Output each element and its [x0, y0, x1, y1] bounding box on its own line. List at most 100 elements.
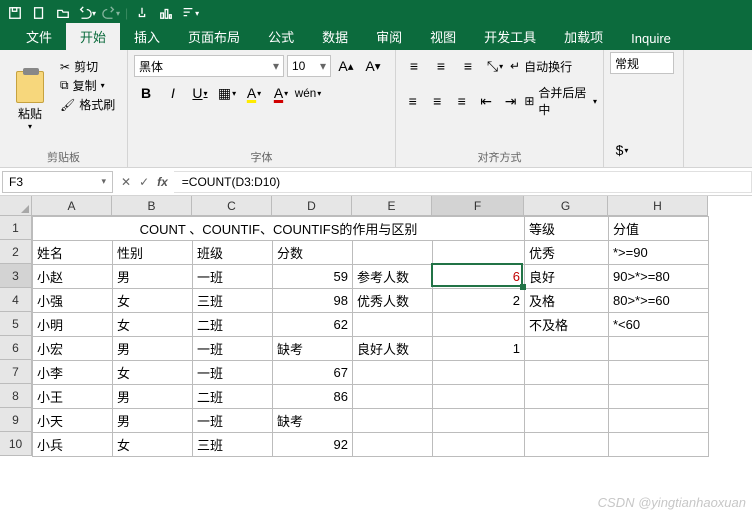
- number-format-combo[interactable]: 常规: [610, 52, 674, 74]
- decrease-indent-icon[interactable]: ⇤: [475, 89, 496, 113]
- cell[interactable]: [525, 385, 609, 409]
- paste-button[interactable]: 粘贴 ▾: [6, 54, 54, 147]
- cell[interactable]: 98: [273, 289, 353, 313]
- cell[interactable]: [433, 409, 525, 433]
- cell[interactable]: 分数: [273, 241, 353, 265]
- tab-review[interactable]: 审阅: [362, 23, 416, 50]
- cell[interactable]: 男: [113, 385, 193, 409]
- cell[interactable]: 一班: [193, 361, 273, 385]
- undo-icon[interactable]: ▾: [76, 2, 98, 24]
- cell[interactable]: 86: [273, 385, 353, 409]
- cell[interactable]: [353, 361, 433, 385]
- col-header-D[interactable]: D: [272, 196, 352, 216]
- cell[interactable]: 小明: [33, 313, 113, 337]
- formula-input[interactable]: =COUNT(D3:D10): [174, 171, 752, 193]
- cell[interactable]: 及格: [525, 289, 609, 313]
- select-all-corner[interactable]: [0, 196, 32, 216]
- align-left-icon[interactable]: ≡: [402, 89, 423, 113]
- tab-formulas[interactable]: 公式: [254, 23, 308, 50]
- cell[interactable]: 性别: [113, 241, 193, 265]
- cell[interactable]: 分值: [609, 217, 709, 241]
- cell[interactable]: [525, 361, 609, 385]
- col-header-B[interactable]: B: [112, 196, 192, 216]
- cell[interactable]: [353, 313, 433, 337]
- tab-home[interactable]: 开始: [66, 23, 120, 50]
- cell[interactable]: 良好: [525, 265, 609, 289]
- cell[interactable]: [353, 433, 433, 457]
- align-top-icon[interactable]: ≡: [402, 54, 426, 78]
- cell[interactable]: [609, 409, 709, 433]
- fx-icon[interactable]: fx: [157, 175, 168, 189]
- cell[interactable]: 小赵: [33, 265, 113, 289]
- cell[interactable]: [525, 409, 609, 433]
- tab-data[interactable]: 数据: [308, 23, 362, 50]
- save-icon[interactable]: [4, 2, 26, 24]
- col-header-E[interactable]: E: [352, 196, 432, 216]
- cell[interactable]: 二班: [193, 313, 273, 337]
- cell[interactable]: *>=90: [609, 241, 709, 265]
- row-header-6[interactable]: 6: [0, 336, 32, 360]
- cell[interactable]: 男: [113, 265, 193, 289]
- col-header-A[interactable]: A: [32, 196, 112, 216]
- row-header-3[interactable]: 3: [0, 264, 32, 288]
- cell[interactable]: [609, 433, 709, 457]
- touch-mode-icon[interactable]: [131, 2, 153, 24]
- increase-indent-icon[interactable]: ⇥: [500, 89, 521, 113]
- cell[interactable]: [353, 385, 433, 409]
- row-header-9[interactable]: 9: [0, 408, 32, 432]
- font-color-button[interactable]: A▾: [269, 81, 293, 105]
- cell[interactable]: 姓名: [33, 241, 113, 265]
- orientation-icon[interactable]: ⤡▾: [483, 54, 507, 78]
- cell[interactable]: [353, 409, 433, 433]
- redo-icon[interactable]: ▾: [100, 2, 122, 24]
- tab-insert[interactable]: 插入: [120, 23, 174, 50]
- cell[interactable]: 优秀人数: [353, 289, 433, 313]
- cell[interactable]: 6: [433, 265, 525, 289]
- cell[interactable]: [433, 313, 525, 337]
- cell[interactable]: 良好人数: [353, 337, 433, 361]
- format-painter-button[interactable]: 🖌格式刷: [60, 96, 115, 113]
- decrease-font-icon[interactable]: A▾: [361, 54, 385, 78]
- font-size-combo[interactable]: 10▾: [287, 55, 331, 77]
- border-button[interactable]: ▦▾: [215, 81, 239, 105]
- wrap-text-button[interactable]: ↵自动换行: [510, 58, 572, 75]
- cell[interactable]: [433, 361, 525, 385]
- cell[interactable]: 优秀: [525, 241, 609, 265]
- tab-addins[interactable]: 加载项: [550, 23, 617, 50]
- cell[interactable]: [609, 361, 709, 385]
- cell[interactable]: [525, 433, 609, 457]
- sort-icon[interactable]: ▾: [179, 2, 201, 24]
- cell[interactable]: [433, 433, 525, 457]
- cell[interactable]: 不及格: [525, 313, 609, 337]
- row-header-2[interactable]: 2: [0, 240, 32, 264]
- font-name-combo[interactable]: 黑体▾: [134, 55, 284, 77]
- cell[interactable]: [433, 385, 525, 409]
- cell[interactable]: 小宏: [33, 337, 113, 361]
- cell[interactable]: 女: [113, 313, 193, 337]
- bold-button[interactable]: B: [134, 81, 158, 105]
- row-header-7[interactable]: 7: [0, 360, 32, 384]
- merge-center-button[interactable]: ⊞合并后居中▾: [524, 84, 597, 118]
- cell[interactable]: 班级: [193, 241, 273, 265]
- col-header-F[interactable]: F: [432, 196, 524, 216]
- cut-button[interactable]: ✂剪切: [60, 58, 115, 75]
- cell[interactable]: 三班: [193, 289, 273, 313]
- italic-button[interactable]: I: [161, 81, 185, 105]
- cell[interactable]: [433, 241, 525, 265]
- cell[interactable]: 一班: [193, 409, 273, 433]
- cell[interactable]: 一班: [193, 265, 273, 289]
- row-header-1[interactable]: 1: [0, 216, 32, 240]
- tab-view[interactable]: 视图: [416, 23, 470, 50]
- cell[interactable]: 参考人数: [353, 265, 433, 289]
- cell[interactable]: 女: [113, 433, 193, 457]
- new-file-icon[interactable]: [28, 2, 50, 24]
- tab-layout[interactable]: 页面布局: [174, 23, 254, 50]
- cell[interactable]: 2: [433, 289, 525, 313]
- underline-button[interactable]: U▾: [188, 81, 212, 105]
- cell[interactable]: [609, 385, 709, 409]
- row-header-4[interactable]: 4: [0, 288, 32, 312]
- cell[interactable]: 小天: [33, 409, 113, 433]
- cell[interactable]: 一班: [193, 337, 273, 361]
- align-middle-icon[interactable]: ≡: [429, 54, 453, 78]
- merged-title-cell[interactable]: COUNT 、COUNTIF、COUNTIFS的作用与区别: [33, 217, 525, 241]
